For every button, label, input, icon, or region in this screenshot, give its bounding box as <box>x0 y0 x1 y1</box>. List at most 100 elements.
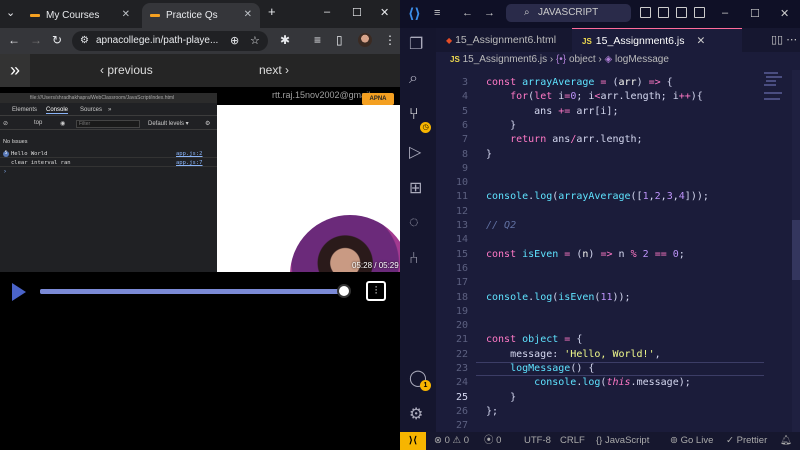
next-button[interactable]: next › <box>259 63 289 77</box>
new-tab-button[interactable]: + <box>268 4 276 19</box>
browser-tab-practice-qs[interactable]: Practice Qs ✕ <box>142 3 260 28</box>
editor-scrollbar[interactable] <box>792 70 800 432</box>
ports-count[interactable]: ⦿ 0 <box>484 432 501 450</box>
scroll-thumb[interactable] <box>792 220 800 280</box>
menu-icon[interactable]: ≡ <box>434 7 440 19</box>
minimize-button[interactable]: – <box>722 7 728 19</box>
close-window-button[interactable]: ✕ <box>780 7 789 20</box>
code-text: } <box>486 119 517 131</box>
close-window-button[interactable]: ✕ <box>380 6 389 19</box>
previous-button[interactable]: ‹ previous <box>100 63 153 77</box>
profile-avatar[interactable] <box>358 33 372 47</box>
code-line: 25 } <box>436 391 800 405</box>
breadcrumb-file[interactable]: 15_Assignment6.js <box>463 54 548 65</box>
run-debug-icon[interactable]: ▷ <box>409 142 421 162</box>
line-number: 7 <box>461 134 468 146</box>
tab-label: 15_Assignment6.js <box>595 35 685 47</box>
log-levels-select: Default levels ▾ <box>148 121 189 127</box>
back-arrow-icon[interactable]: ← <box>462 7 473 19</box>
console-log-line: clear interval ran app.js:7 <box>0 159 217 167</box>
code-text: } <box>486 391 517 403</box>
side-panel-icon[interactable]: ▯ <box>336 33 343 47</box>
site-info-icon[interactable]: ⚙ <box>80 35 89 46</box>
line-number: 12 <box>455 205 468 217</box>
minimap[interactable] <box>762 70 784 370</box>
screen: My Courses ✕ Practice Qs ✕ ⌄ + – ☐ ✕ ← →… <box>0 0 800 450</box>
forward-arrow-icon[interactable]: → <box>484 7 495 19</box>
sidebar-toggle-icon[interactable]: » <box>0 54 30 87</box>
close-tab-icon[interactable]: ✕ <box>697 35 706 47</box>
command-center-search[interactable]: ⌕ JAVASCRIPT <box>506 4 631 22</box>
vscode-titlebar: ⟨⟩ ≡ ← → ⌕ JAVASCRIPT – ☐ ✕ <box>400 0 800 28</box>
toggle-panel-icon[interactable] <box>658 7 669 18</box>
video-frame[interactable]: file:///Users/shradhakhapra/WebClassroom… <box>0 87 400 272</box>
status-bar: ⟩⟨ ⊗ 0 ⚠ 0 ⦿ 0 UTF-8 CRLF {} JavaScript … <box>400 432 800 450</box>
language-status[interactable]: {} JavaScript <box>596 432 649 450</box>
seek-handle[interactable] <box>337 284 352 298</box>
encoding-status[interactable]: UTF-8 <box>524 432 551 450</box>
code-text: console.log(isEven(11)); <box>486 291 631 303</box>
extensions-icon[interactable]: ⊞ <box>409 178 422 198</box>
log-message: Hello World <box>11 151 48 157</box>
breadcrumb-method[interactable]: logMessage <box>615 54 669 65</box>
code-text: return ans/arr.length; <box>510 134 643 146</box>
code-line: 27 <box>436 419 800 432</box>
toggle-sidebar-icon[interactable] <box>640 7 651 18</box>
prettier-status[interactable]: ✓ Prettier <box>726 432 767 450</box>
remote-indicator-icon[interactable]: ⟩⟨ <box>400 432 426 450</box>
html-file-icon: ◆ <box>446 36 453 45</box>
reload-icon[interactable]: ↻ <box>52 33 62 47</box>
reading-list-icon[interactable]: ≡ <box>314 33 321 47</box>
go-live-button[interactable]: ⊚ Go Live <box>670 432 713 450</box>
code-text: console.log(arrayAverage([1,2,3,4])); <box>486 191 709 203</box>
maximize-button[interactable]: ☐ <box>750 7 760 20</box>
seek-bar[interactable] <box>40 284 352 298</box>
toggle-secondary-sidebar-icon[interactable] <box>676 7 687 18</box>
log-source: app.js:7 <box>176 160 203 166</box>
errors-count[interactable]: ⊗ 0 ⚠ 0 <box>434 432 469 450</box>
context-select: top <box>34 120 43 126</box>
js-file-icon: JS <box>582 37 592 46</box>
breadcrumb-object[interactable]: object <box>569 54 596 65</box>
language-value: JavaScript <box>605 435 650 446</box>
search-icon: ⌕ <box>524 7 530 18</box>
devtools-url: file:///Users/shradhakhapra/WebClassroom… <box>0 93 217 103</box>
player-settings-icon[interactable]: ⫶ <box>366 281 386 301</box>
breadcrumb: JS 15_Assignment6.js › {•} object › ◈ lo… <box>450 54 669 65</box>
devtools-filter-bar: ⊘ top ◉ Filter Default levels ▾ ⚙ <box>0 118 217 130</box>
edge-devtools-icon[interactable]: ◌ <box>409 214 419 232</box>
editor-tab-html[interactable]: ◆ 15_Assignment6.html <box>436 28 568 52</box>
line-number: 13 <box>455 220 468 231</box>
search-icon[interactable]: ⌕ <box>409 70 418 88</box>
code-text: }; <box>486 405 499 417</box>
explorer-icon[interactable]: ❐ <box>409 34 423 54</box>
code-editor[interactable]: 3 const arrayAverage = (arr) => {4 for(le… <box>436 70 800 432</box>
browser-tab-my-courses[interactable]: My Courses ✕ <box>22 3 138 28</box>
forward-arrow-icon[interactable]: → <box>30 33 42 47</box>
line-number: 18 <box>455 291 468 303</box>
maximize-button[interactable]: ☐ <box>352 6 362 19</box>
close-tab-icon[interactable]: ✕ <box>244 9 252 20</box>
bookmark-star-icon[interactable]: ☆ <box>250 34 260 47</box>
code-line: 4 for(let i=0; i<arr.length; i++){ <box>436 90 800 104</box>
console-settings-icon: ⚙ <box>205 121 211 127</box>
notifications-bell-icon[interactable]: 🔔︎ <box>780 432 792 450</box>
source-control-icon[interactable]: ⑂ <box>409 106 419 124</box>
extensions-icon[interactable]: ✱ <box>280 33 290 47</box>
split-editor-icon[interactable]: ▯▯ ⋯ <box>771 28 797 52</box>
settings-gear-icon[interactable]: ⚙ <box>409 404 423 424</box>
go-live-label: Go Live <box>680 435 714 446</box>
git-graph-icon[interactable]: ⑃ <box>409 250 419 268</box>
code-line: 19 <box>436 305 800 319</box>
zoom-icon[interactable]: ⊕ <box>230 34 239 47</box>
back-arrow-icon[interactable]: ← <box>8 33 20 47</box>
address-bar[interactable]: ⚙ apnacollege.in/path-playe... ⊕ ☆ <box>72 31 268 51</box>
eol-status[interactable]: CRLF <box>560 432 585 450</box>
close-tab-icon[interactable]: ✕ <box>122 9 130 20</box>
play-icon[interactable] <box>12 283 26 301</box>
minimize-button[interactable]: – <box>324 6 330 18</box>
chrome-menu-icon[interactable]: ⋮ <box>384 33 396 47</box>
customize-layout-icon[interactable] <box>694 7 705 18</box>
editor-tab-js[interactable]: JS 15_Assignment6.js ✕ <box>572 28 742 52</box>
tab-search-icon[interactable]: ⌄ <box>6 6 15 19</box>
